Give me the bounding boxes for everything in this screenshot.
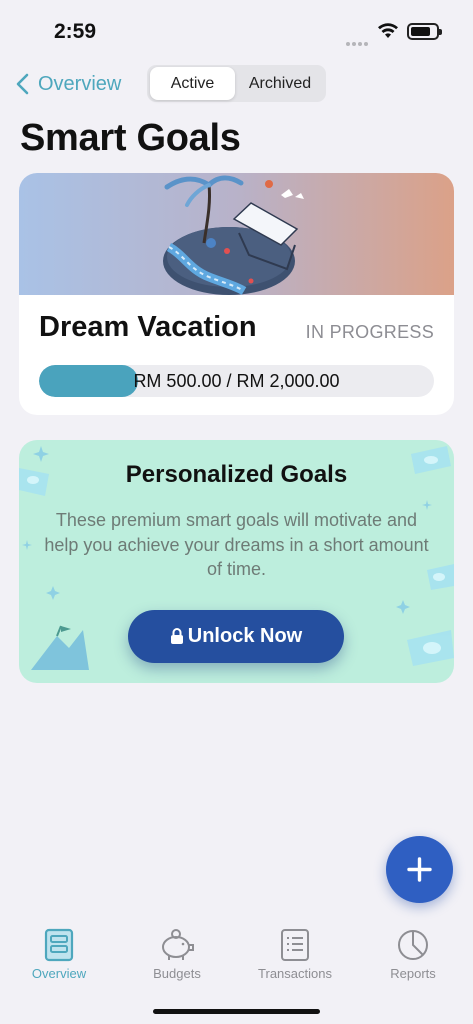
goal-card[interactable]: Dream Vacation IN PROGRESS RM 500.00 / R… xyxy=(19,173,454,415)
tab-overview[interactable]: Overview xyxy=(9,928,109,981)
island-illustration xyxy=(163,175,304,295)
goal-progress-bar: RM 500.00 / RM 2,000.00 xyxy=(39,365,434,397)
cellular-signal-icon xyxy=(346,33,370,46)
back-button-label: Overview xyxy=(38,72,122,95)
tab-transactions-label: Transactions xyxy=(258,966,332,981)
tab-transactions[interactable]: Transactions xyxy=(245,928,345,981)
overview-icon xyxy=(44,928,74,962)
tab-budgets-label: Budgets xyxy=(153,966,201,981)
home-indicator xyxy=(153,1009,320,1014)
promo-title: Personalized Goals xyxy=(125,461,348,488)
tab-reports[interactable]: Reports xyxy=(363,928,463,981)
chevron-left-icon xyxy=(16,73,29,95)
goal-status-label: IN PROGRESS xyxy=(305,322,434,342)
tab-overview-label: Overview xyxy=(31,966,87,981)
list-icon xyxy=(281,929,309,961)
battery-icon xyxy=(407,23,442,40)
status-time: 2:59 xyxy=(54,20,97,43)
status-bar: 2:59 xyxy=(0,0,473,60)
goal-banner-image xyxy=(19,173,454,295)
piggy-bank-icon xyxy=(162,929,194,960)
premium-goals-card: Personalized Goals These premium smart g… xyxy=(19,440,454,683)
page-title: Smart Goals xyxy=(20,117,241,159)
goal-name: Dream Vacation xyxy=(39,311,257,343)
goal-progress-text: RM 500.00 / RM 2,000.00 xyxy=(133,371,340,391)
wifi-icon xyxy=(378,23,398,38)
add-goal-button[interactable] xyxy=(386,836,453,903)
segment-archived[interactable]: Archived xyxy=(237,67,323,100)
promo-description: These premium smart goals will motivate … xyxy=(44,510,429,579)
segment-active[interactable]: Active xyxy=(150,67,235,100)
status-segmented-control[interactable]: Active Archived xyxy=(147,65,326,102)
plus-icon xyxy=(407,857,432,882)
lock-icon xyxy=(170,627,183,644)
back-button[interactable]: Overview xyxy=(10,68,121,100)
tab-budgets[interactable]: Budgets xyxy=(127,928,227,981)
tab-reports-label: Reports xyxy=(390,966,436,981)
unlock-now-label: Unlock Now xyxy=(187,625,303,647)
pie-chart-icon xyxy=(398,930,428,960)
unlock-now-button[interactable]: Unlock Now xyxy=(128,610,344,663)
